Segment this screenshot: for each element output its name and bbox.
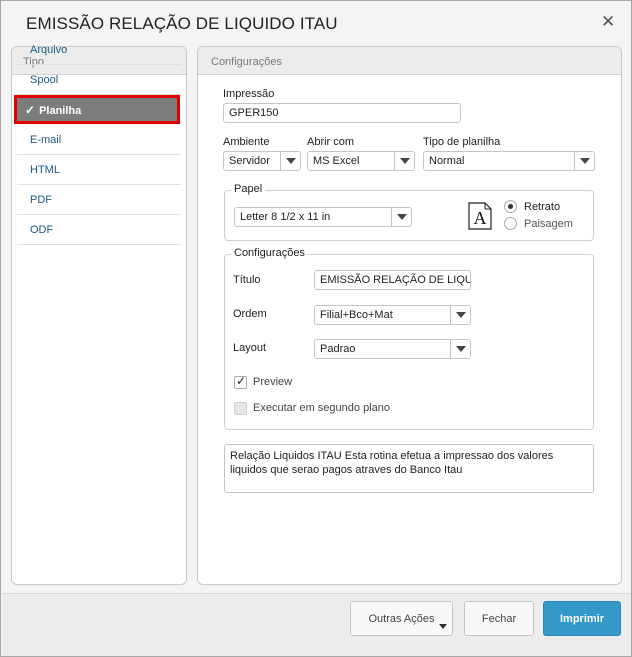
paper-size-value: Letter 8 1/2 x 11 in [240, 211, 331, 223]
chevron-down-icon [450, 340, 470, 358]
settings-group: Configurações Título EMISSÃO RELAÇÃO DE … [224, 247, 594, 430]
dialog-title: EMISSÃO RELAÇÃO DE LIQUIDO ITAU [26, 14, 338, 33]
preview-checkbox[interactable] [234, 374, 247, 389]
type-item-arquivo[interactable]: Arquivo [17, 35, 181, 65]
chevron-down-icon [394, 152, 414, 170]
type-item-spool[interactable]: Spool [17, 65, 181, 95]
layout-value: Padrao [320, 343, 356, 355]
layout-select[interactable]: Padrao [314, 339, 471, 359]
config-panel: Configurações Impressão GPER150 Ambiente… [197, 46, 622, 585]
paisagem-label: Paisagem [524, 218, 573, 230]
titulo-field[interactable]: EMISSÃO RELAÇÃO DE LIQUIDO ITAU [314, 270, 471, 290]
tipo-planilha-label: Tipo de planilha [423, 136, 501, 148]
preview-label: Preview [253, 376, 293, 388]
print-dialog: EMISSÃO RELAÇÃO DE LIQUIDO ITAU ✕ Tipo A… [0, 0, 632, 657]
tipo-planilha-value: Normal [429, 155, 465, 167]
chevron-down-icon [450, 306, 470, 324]
retrato-radio[interactable] [504, 200, 517, 213]
layout-label: Layout [233, 342, 267, 354]
ambiente-value: Servidor [229, 155, 270, 167]
background-checkbox[interactable] [234, 402, 247, 415]
retrato-label: Retrato [524, 201, 561, 213]
print-button[interactable]: Imprimir [543, 601, 621, 636]
abrir-com-select[interactable]: MS Excel [307, 151, 415, 171]
abrir-com-value: MS Excel [313, 155, 360, 167]
settings-group-title: Configurações [231, 247, 308, 259]
ambiente-select[interactable]: Servidor [223, 151, 301, 171]
chevron-down-icon [280, 152, 300, 170]
description-box: Relação Liquidos ITAU Esta rotina efetua… [224, 444, 594, 493]
page-icon-letter: A [474, 208, 487, 228]
ordem-label: Ordem [233, 308, 267, 320]
check-icon: ✓ [25, 103, 36, 117]
papel-group: Papel Letter 8 1/2 x 11 in Retrato Paisa… [224, 183, 594, 241]
type-item-pdf[interactable]: PDF [17, 185, 181, 215]
ambiente-label: Ambiente [223, 136, 270, 148]
impressao-field[interactable]: GPER150 [223, 103, 461, 123]
type-list: Arquivo Spool ✓ Planilha E-mail HTML PDF … [14, 35, 181, 245]
close-icon[interactable]: ✕ [601, 12, 615, 32]
type-item-email[interactable]: E-mail [17, 125, 181, 155]
titulo-label: Título [233, 274, 261, 286]
config-panel-header: Configurações [198, 47, 621, 75]
paisagem-radio[interactable] [504, 217, 517, 230]
other-actions-label: Outras Ações [368, 613, 435, 625]
chevron-down-icon [574, 152, 594, 170]
type-item-odf[interactable]: ODF [17, 215, 181, 245]
dialog-footer: Outras Ações Fechar Imprimir [2, 593, 631, 656]
page-portrait-icon: A [468, 202, 492, 230]
abrir-com-label: Abrir com [307, 136, 355, 148]
impressao-label: Impressão [223, 88, 275, 100]
close-button[interactable]: Fechar [464, 601, 534, 636]
other-actions-button[interactable]: Outras Ações [350, 601, 453, 636]
background-label: Executar em segundo plano [253, 402, 390, 414]
tipo-planilha-select[interactable]: Normal [423, 151, 595, 171]
type-item-planilha[interactable]: ✓ Planilha [14, 95, 180, 124]
ordem-select[interactable]: Filial+Bco+Mat [314, 305, 471, 325]
ordem-value: Filial+Bco+Mat [320, 309, 393, 321]
caret-down-icon [439, 624, 447, 629]
papel-group-title: Papel [231, 183, 266, 195]
type-item-html[interactable]: HTML [17, 155, 181, 185]
chevron-down-icon [391, 208, 411, 226]
type-item-label: Planilha [39, 105, 82, 117]
paper-size-select[interactable]: Letter 8 1/2 x 11 in [234, 207, 412, 227]
